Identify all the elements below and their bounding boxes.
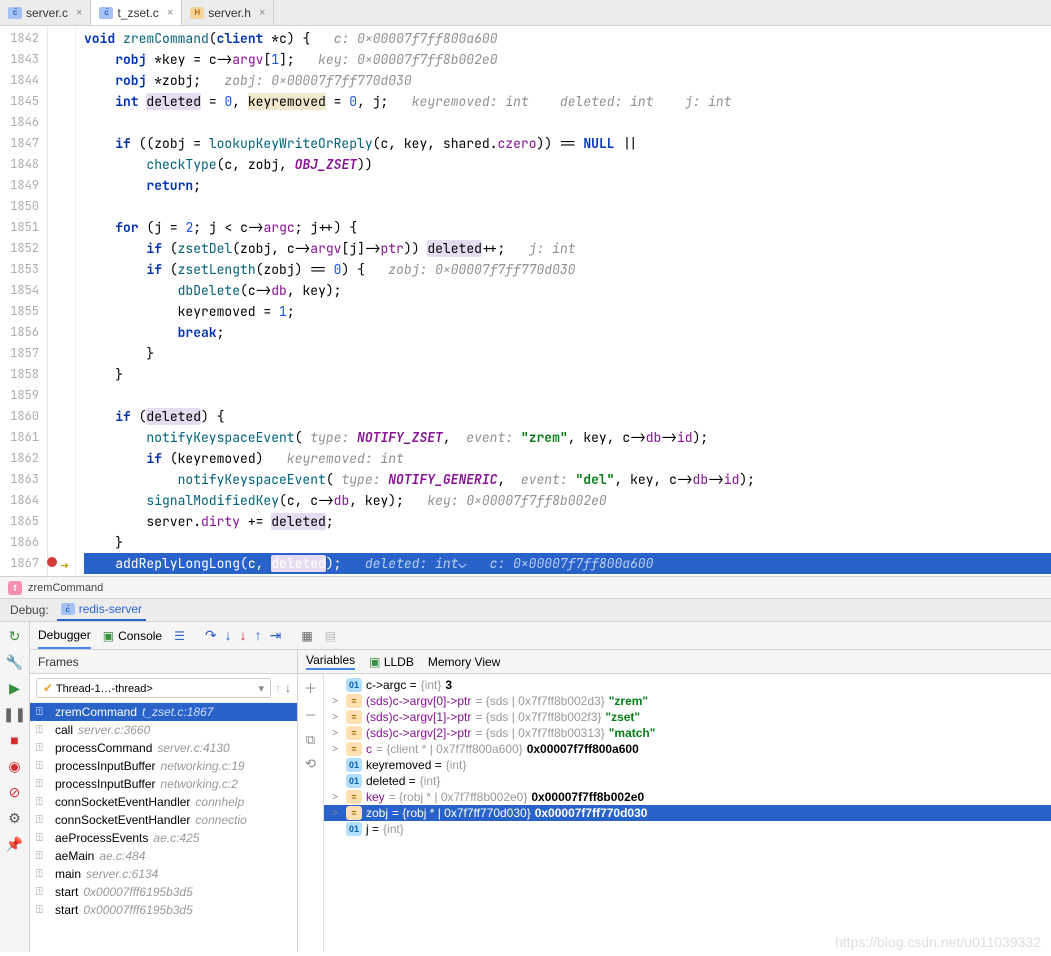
close-icon[interactable]: × bbox=[167, 7, 173, 19]
h-file-icon: H bbox=[190, 7, 204, 19]
step-into-icon[interactable]: ↓ bbox=[225, 627, 232, 644]
variable-row[interactable]: 01 c->argc = {int} 3 bbox=[324, 677, 1051, 693]
remove-watch-icon[interactable]: － bbox=[304, 705, 317, 724]
stack-frame[interactable]: ⍐processCommand server.c:4130 bbox=[30, 739, 297, 757]
stack-frame[interactable]: ⍐processInputBuffer networking.c:19 bbox=[30, 757, 297, 775]
frames-pane: Frames ✔ Thread-1…-thread> ▾ ↑ ↓ ⍐zremCo… bbox=[30, 650, 298, 952]
frames-header: Frames bbox=[30, 650, 297, 674]
tab-label: t_zset.c bbox=[117, 6, 158, 20]
next-frame-icon[interactable]: ↓ bbox=[285, 681, 291, 695]
variables-tab[interactable]: Variables bbox=[306, 653, 355, 670]
variable-row[interactable]: >= (sds)c->argv[1]->ptr = {sds | 0x7f7ff… bbox=[324, 709, 1051, 725]
function-icon: f bbox=[8, 581, 22, 595]
stack-frame[interactable]: ⍐connSocketEventHandler connhelp bbox=[30, 793, 297, 811]
stack-frame[interactable]: ⍐start 0x00007fff6195b3d5 bbox=[30, 883, 297, 901]
debug-panel: ↻ 🔧 ▶ ❚❚ ■ ◉ ⊘ ⚙ 📌 Debugger ▣Console ☰ ↷… bbox=[0, 622, 1051, 952]
variable-row[interactable]: >= (sds)c->argv[0]->ptr = {sds | 0x7f7ff… bbox=[324, 693, 1051, 709]
stack-frame[interactable]: ⍐connSocketEventHandler connectio bbox=[30, 811, 297, 829]
force-step-into-icon[interactable]: ↓ bbox=[240, 627, 247, 644]
breadcrumb-function[interactable]: zremCommand bbox=[28, 582, 103, 594]
thread-selector[interactable]: ✔ Thread-1…-thread> ▾ bbox=[36, 678, 271, 698]
duplicate-watch-icon[interactable]: ⧉ bbox=[306, 732, 315, 748]
stack-frame[interactable]: ⍐aeProcessEvents ae.c:425 bbox=[30, 829, 297, 847]
stack-frame[interactable]: ⍐processInputBuffer networking.c:2 bbox=[30, 775, 297, 793]
code-area[interactable]: void zremCommand(client *c) { c: 0x00007… bbox=[76, 26, 1051, 576]
run-configuration[interactable]: c̄ redis-server bbox=[57, 599, 146, 621]
add-watch-icon[interactable]: ＋ bbox=[304, 678, 317, 697]
variable-row[interactable]: 01 keyremoved = {int} bbox=[324, 757, 1051, 773]
lldb-tab[interactable]: ▣ LLDB bbox=[369, 655, 414, 669]
stack-frame[interactable]: ⍐call server.c:3660 bbox=[30, 721, 297, 739]
debug-action-bar: ↻ 🔧 ▶ ❚❚ ■ ◉ ⊘ ⚙ 📌 bbox=[0, 622, 30, 952]
variable-row[interactable]: >= c = {client * | 0x7f7ff800a600} 0x000… bbox=[324, 741, 1051, 757]
stop-icon[interactable]: ■ bbox=[7, 732, 23, 748]
stack-frame[interactable]: ⍐aeMain ae.c:484 bbox=[30, 847, 297, 865]
close-icon[interactable]: × bbox=[259, 7, 265, 19]
more-icon[interactable]: ▤ bbox=[325, 629, 336, 643]
prev-frame-icon[interactable]: ↑ bbox=[275, 681, 281, 695]
debug-header: Debug: c̄ redis-server bbox=[0, 598, 1051, 622]
variable-row[interactable]: 01 j = {int} bbox=[324, 821, 1051, 837]
marker-strip bbox=[48, 26, 76, 576]
resume-icon[interactable]: ▶ bbox=[7, 680, 23, 696]
threads-icon[interactable]: ☰ bbox=[174, 629, 185, 643]
variable-row[interactable]: >= (sds)c->argv[2]->ptr = {sds | 0x7f7ff… bbox=[324, 725, 1051, 741]
pause-icon[interactable]: ❚❚ bbox=[7, 706, 23, 722]
evaluate-icon[interactable]: ▦ bbox=[301, 629, 312, 643]
stack-frame[interactable]: ⍐zremCommand t_zset.c:1867 bbox=[30, 703, 297, 721]
editor-tabs: c̄ server.c × c̄ t_zset.c × H server.h × bbox=[0, 0, 1051, 26]
c-file-icon: c̄ bbox=[99, 7, 113, 19]
pin-icon[interactable]: 📌 bbox=[7, 836, 23, 852]
variables-pane: Variables ▣ LLDB Memory View ＋ － ⧉ ⟲ 01 … bbox=[298, 650, 1051, 952]
tab-label: server.c bbox=[26, 6, 68, 20]
debug-tab-bar: Debugger ▣Console ☰ ↷ ↓ ↓ ↑ ⇥ ▦ ▤ bbox=[30, 622, 1051, 650]
tab-server-h[interactable]: H server.h × bbox=[182, 0, 274, 25]
thread-selector-row: ✔ Thread-1…-thread> ▾ ↑ ↓ bbox=[30, 674, 297, 703]
variable-row[interactable]: >= key = {robj * | 0x7f7ff8b002e0} 0x000… bbox=[324, 789, 1051, 805]
console-tab[interactable]: ▣Console bbox=[103, 622, 162, 649]
variables-list[interactable]: 01 c->argc = {int} 3>= (sds)c->argv[0]->… bbox=[324, 674, 1051, 952]
debug-label: Debug: bbox=[10, 603, 49, 617]
tab-t-zset-c[interactable]: c̄ t_zset.c × bbox=[91, 0, 182, 25]
variable-row[interactable]: >= zobj = {robj * | 0x7f7ff770d030} 0x00… bbox=[324, 805, 1051, 821]
tab-label: server.h bbox=[208, 6, 251, 20]
line-gutter: 1842184318441845184618471848184918501851… bbox=[0, 26, 48, 576]
close-icon[interactable]: × bbox=[76, 7, 82, 19]
tab-server-c[interactable]: c̄ server.c × bbox=[0, 0, 91, 25]
frames-list[interactable]: ⍐zremCommand t_zset.c:1867⍐call server.c… bbox=[30, 703, 297, 952]
variable-row[interactable]: 01 deleted = {int} bbox=[324, 773, 1051, 789]
settings-icon[interactable]: ⚙ bbox=[7, 810, 23, 826]
step-over-icon[interactable]: ↷ bbox=[205, 627, 217, 644]
memory-view-tab[interactable]: Memory View bbox=[428, 655, 500, 669]
step-out-icon[interactable]: ↑ bbox=[255, 627, 262, 644]
debugger-tab[interactable]: Debugger bbox=[38, 622, 91, 649]
rerun-icon[interactable]: ↻ bbox=[7, 628, 23, 644]
variables-header: Variables ▣ LLDB Memory View bbox=[298, 650, 1051, 674]
run-to-cursor-icon[interactable]: ⇥ bbox=[270, 627, 282, 644]
stack-frame[interactable]: ⍐main server.c:6134 bbox=[30, 865, 297, 883]
variables-sidebar: ＋ － ⧉ ⟲ bbox=[298, 674, 324, 952]
c-file-icon: c̄ bbox=[61, 603, 75, 615]
run-config-name: redis-server bbox=[79, 602, 142, 616]
wrench-icon[interactable]: 🔧 bbox=[7, 654, 23, 670]
view-breakpoints-icon[interactable]: ◉ bbox=[7, 758, 23, 774]
code-editor[interactable]: 1842184318441845184618471848184918501851… bbox=[0, 26, 1051, 576]
mute-breakpoints-icon[interactable]: ⊘ bbox=[7, 784, 23, 800]
c-file-icon: c̄ bbox=[8, 7, 22, 19]
step-controls: ↷ ↓ ↓ ↑ ⇥ bbox=[205, 627, 281, 644]
link-icon[interactable]: ⟲ bbox=[305, 756, 316, 772]
stack-frame[interactable]: ⍐start 0x00007fff6195b3d5 bbox=[30, 901, 297, 919]
breadcrumb-bar: f zremCommand bbox=[0, 576, 1051, 598]
